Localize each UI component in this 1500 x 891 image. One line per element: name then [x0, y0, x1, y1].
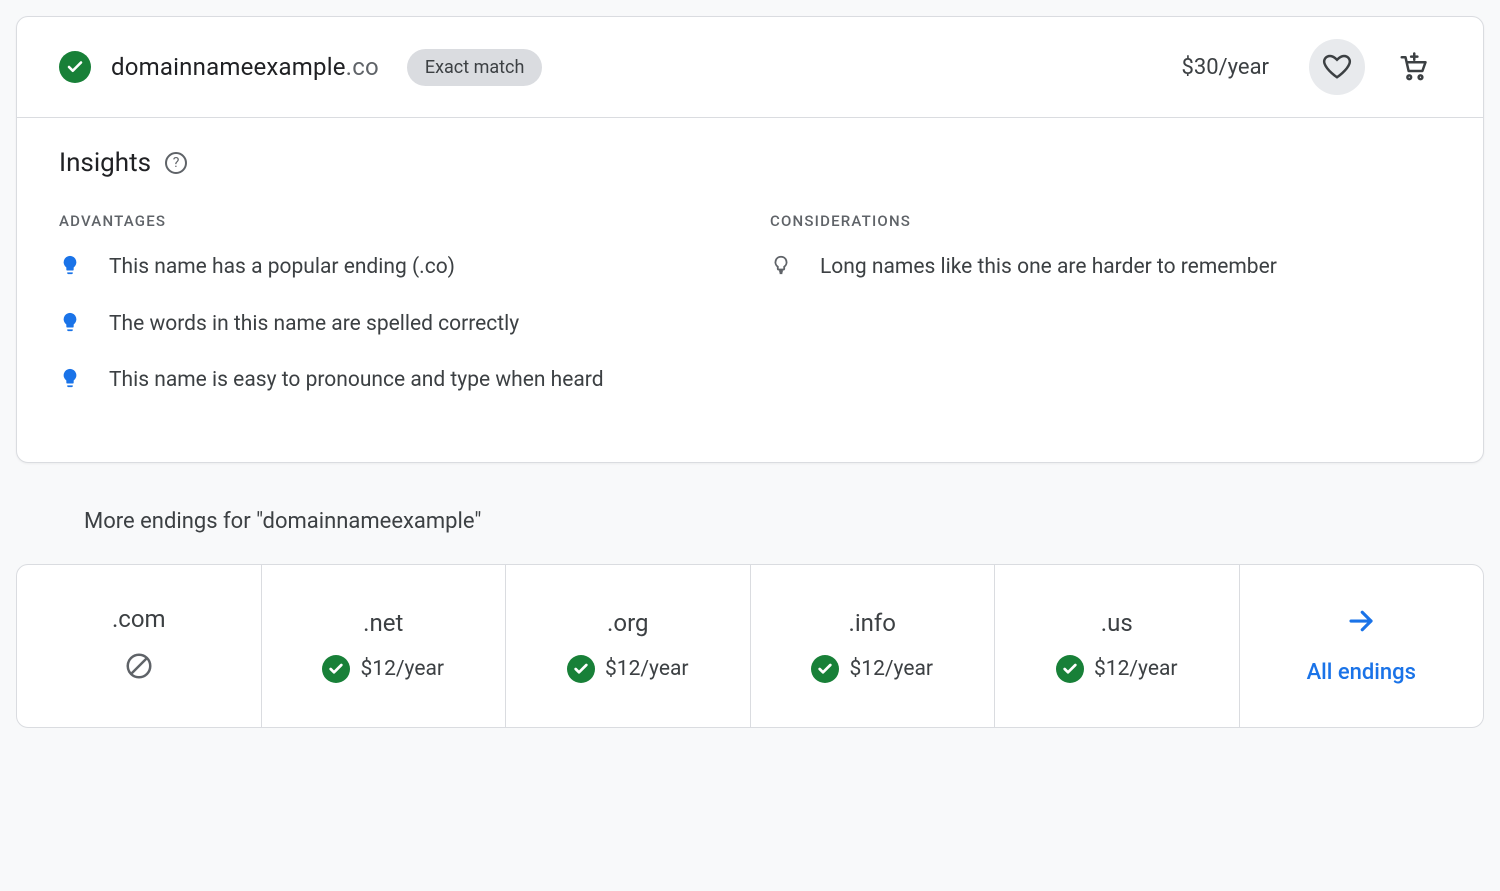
- advantage-item: This name has a popular ending (.co): [59, 252, 730, 287]
- ending-status: $12/year: [322, 655, 444, 683]
- available-check-icon: [1056, 655, 1084, 683]
- all-endings-button[interactable]: All endings: [1240, 565, 1484, 727]
- considerations-column: CONSIDERATIONS Long names like this one …: [770, 212, 1441, 422]
- result-header: domainnameexample.co Exact match $30/yea…: [17, 17, 1483, 118]
- cart-plus-icon: [1398, 51, 1428, 84]
- ending-status: $12/year: [811, 655, 933, 683]
- ending-price: $12/year: [360, 657, 444, 681]
- ending-tld: .com: [112, 605, 166, 633]
- insights-title-text: Insights: [59, 148, 151, 178]
- available-check-icon: [322, 655, 350, 683]
- lightbulb-filled-icon: [59, 254, 81, 287]
- advantage-text: This name is easy to pronounce and type …: [109, 365, 604, 400]
- advantages-label: ADVANTAGES: [59, 212, 730, 230]
- ending-tld: .info: [849, 609, 896, 637]
- advantage-text: The words in this name are spelled corre…: [109, 309, 519, 344]
- domain-result-card: domainnameexample.co Exact match $30/yea…: [16, 16, 1484, 463]
- ending-price: $12/year: [1094, 657, 1178, 681]
- unavailable-icon: [124, 651, 154, 687]
- help-icon[interactable]: ?: [165, 152, 187, 174]
- consideration-item: Long names like this one are harder to r…: [770, 252, 1441, 287]
- advantages-column: ADVANTAGES This name has a popular endin…: [59, 212, 730, 422]
- ending-tld: .net: [363, 609, 403, 637]
- heart-icon: [1322, 51, 1352, 84]
- insights-heading: Insights ?: [59, 148, 1441, 178]
- ending-status: $12/year: [1056, 655, 1178, 683]
- endings-grid: .com .net $12/year .org $12/year .info $…: [16, 564, 1484, 728]
- available-check-icon: [59, 51, 91, 83]
- all-endings-label: All endings: [1307, 660, 1416, 685]
- favorite-button[interactable]: [1309, 39, 1365, 95]
- consideration-text: Long names like this one are harder to r…: [820, 252, 1277, 287]
- advantage-item: The words in this name are spelled corre…: [59, 309, 730, 344]
- ending-tld: .us: [1101, 609, 1133, 637]
- lightbulb-filled-icon: [59, 367, 81, 400]
- more-endings-heading: More endings for "domainnameexample": [16, 463, 1484, 564]
- ending-price: $12/year: [605, 657, 689, 681]
- ending-option-org[interactable]: .org $12/year: [506, 565, 751, 727]
- domain-name: domainnameexample.co: [111, 53, 379, 81]
- price: $30/year: [1181, 55, 1269, 80]
- ending-option-com[interactable]: .com: [17, 565, 262, 727]
- ending-status: $12/year: [567, 655, 689, 683]
- match-badge: Exact match: [407, 49, 543, 86]
- considerations-label: CONSIDERATIONS: [770, 212, 1441, 230]
- ending-price: $12/year: [849, 657, 933, 681]
- ending-option-us[interactable]: .us $12/year: [995, 565, 1240, 727]
- domain-base: domainnameexample: [111, 53, 346, 81]
- available-check-icon: [811, 655, 839, 683]
- advantage-text: This name has a popular ending (.co): [109, 252, 455, 287]
- advantage-item: This name is easy to pronounce and type …: [59, 365, 730, 400]
- domain-tld: .co: [346, 53, 379, 81]
- ending-status: [124, 651, 154, 687]
- ending-option-net[interactable]: .net $12/year: [262, 565, 507, 727]
- add-to-cart-button[interactable]: [1385, 39, 1441, 95]
- lightbulb-filled-icon: [59, 311, 81, 344]
- insights-section: Insights ? ADVANTAGES This name has a po…: [17, 118, 1483, 462]
- ending-tld: .org: [607, 609, 648, 637]
- ending-option-info[interactable]: .info $12/year: [751, 565, 996, 727]
- available-check-icon: [567, 655, 595, 683]
- arrow-right-icon: [1346, 606, 1376, 642]
- lightbulb-outline-icon: [770, 254, 792, 287]
